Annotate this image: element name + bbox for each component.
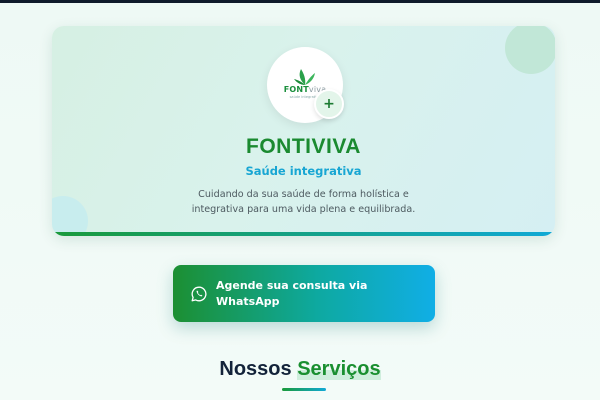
plus-icon: + (314, 89, 344, 119)
decorative-circle (52, 196, 88, 236)
cta-label: Agende sua consulta via WhatsApp (216, 278, 368, 308)
brand-tagline: Saúde integrativa (245, 164, 362, 178)
brand-description: Cuidando da sua saúde de forma holística… (191, 189, 416, 215)
accent-bar (52, 232, 555, 236)
leaf-logo-icon (294, 68, 315, 85)
page: FONTviva saúde integrativa + FONTIVIVA S… (0, 3, 600, 400)
decorative-circle (505, 26, 555, 74)
hero-card: FONTviva saúde integrativa + FONTIVIVA S… (52, 26, 555, 236)
brand-name: FONTIVIVA (246, 135, 361, 158)
section-title: Nossos Serviços (219, 358, 381, 380)
whatsapp-icon (191, 286, 207, 301)
title-underline (282, 388, 326, 391)
whatsapp-booking-button[interactable]: Agende sua consulta via WhatsApp (173, 265, 435, 322)
